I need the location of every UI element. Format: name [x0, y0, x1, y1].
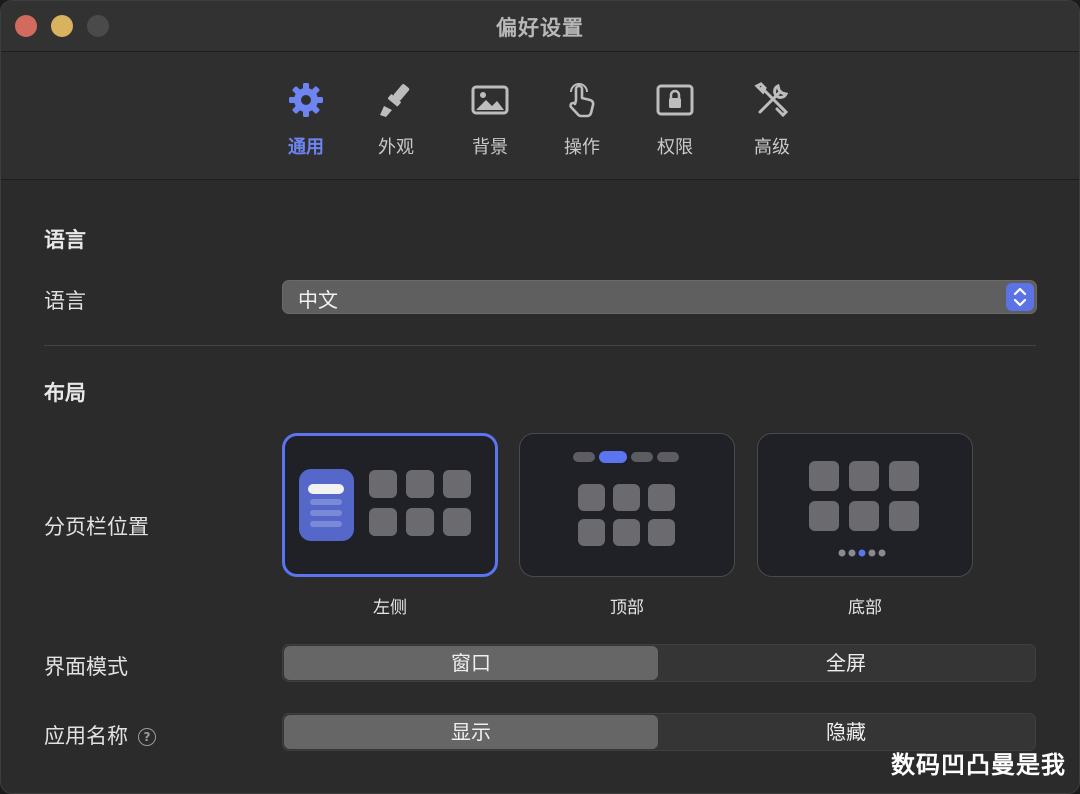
preferences-window: 偏好设置 通用 外观 背景 操作 权限 高级 语言 语言 中文 布局 分页栏位置…: [0, 0, 1080, 794]
tab-actions[interactable]: 操作: [546, 80, 618, 159]
general-settings-pane: 语言 语言 中文 布局 分页栏位置 左侧 顶部 底部 界面模式 窗口 全屏 应用…: [1, 179, 1079, 793]
interface-mode-segmented-control: 窗口 全屏: [282, 644, 1036, 682]
tab-position-top-caption: 顶部: [610, 598, 644, 618]
language-select-value: 中文: [298, 288, 338, 312]
hand-pointer-icon: [569, 83, 595, 118]
tab-position-left-option[interactable]: 左侧: [282, 433, 498, 618]
lock-icon: [656, 84, 694, 116]
app-name-label: 应用名称: [44, 724, 128, 748]
interface-mode-fullscreen-segment[interactable]: 全屏: [659, 646, 1033, 680]
paintbrush-icon: [380, 84, 410, 117]
tab-label: 背景: [472, 137, 508, 158]
tab-position-top-option[interactable]: 顶部: [519, 433, 735, 618]
app-name-hide-segment[interactable]: 隐藏: [659, 715, 1033, 749]
gear-icon: [289, 83, 323, 117]
tab-position-left-caption: 左侧: [373, 598, 407, 618]
interface-mode-window-segment[interactable]: 窗口: [284, 646, 658, 680]
top-tabs-layout-preview-icon: [573, 451, 679, 546]
bottom-dots-layout-preview-icon: [809, 461, 919, 557]
layout-section-title: 布局: [44, 381, 86, 405]
tab-label: 高级: [754, 137, 790, 158]
tab-label: 外观: [378, 137, 414, 158]
tab-label: 权限: [657, 137, 693, 158]
photo-icon: [471, 85, 509, 115]
app-name-row-label: 应用名称?: [44, 720, 156, 750]
tab-background[interactable]: 背景: [454, 80, 526, 159]
language-select[interactable]: 中文: [282, 280, 1037, 314]
tab-label: 操作: [564, 137, 600, 158]
window-title: 偏好设置: [496, 16, 584, 40]
select-stepper-icon: [1006, 283, 1034, 311]
language-label: 语言: [44, 289, 86, 313]
tab-appearance[interactable]: 外观: [360, 80, 432, 159]
tab-position-bottom-caption: 底部: [848, 598, 882, 618]
section-divider: [44, 345, 1036, 346]
tab-position-label: 分页栏位置: [44, 515, 149, 539]
language-section-title: 语言: [44, 228, 86, 252]
preferences-toolbar: 通用 外观 背景 操作 权限 高级: [1, 51, 1079, 180]
tab-advanced[interactable]: 高级: [736, 80, 808, 159]
tools-icon: [754, 82, 789, 118]
tab-permissions[interactable]: 权限: [639, 80, 711, 159]
interface-mode-label: 界面模式: [44, 655, 128, 679]
tab-general[interactable]: 通用: [270, 80, 342, 159]
watermark-text: 数码凹凸曼是我: [891, 751, 1066, 779]
tab-position-bottom-option[interactable]: 底部: [757, 433, 973, 618]
help-icon[interactable]: ?: [138, 728, 156, 746]
sidebar-layout-preview-icon: [299, 469, 471, 541]
tab-label: 通用: [288, 137, 324, 158]
app-name-show-segment[interactable]: 显示: [284, 715, 658, 749]
title-bar: 偏好设置: [1, 1, 1079, 51]
